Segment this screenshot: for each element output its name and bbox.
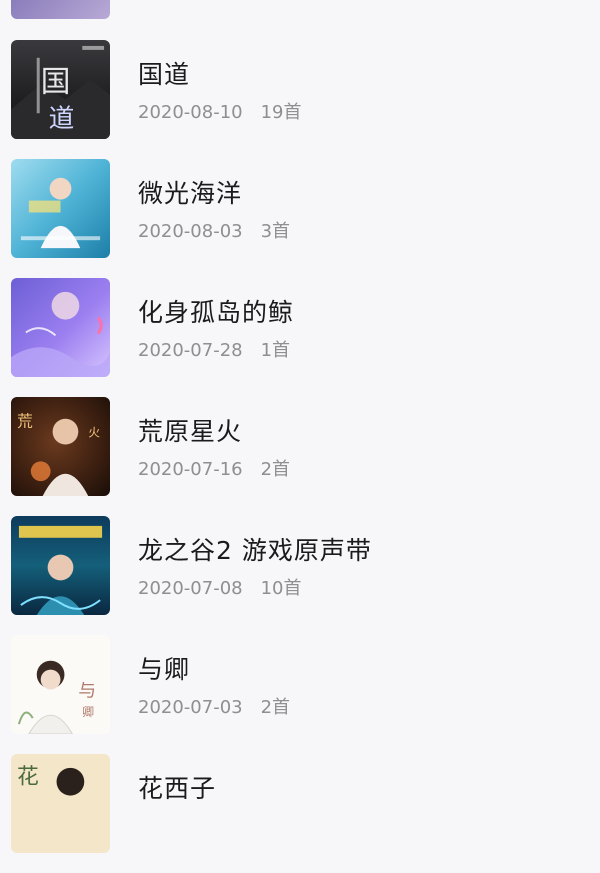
album-row[interactable]: 与 卿 与卿 2020-07-03 2首 bbox=[0, 635, 600, 754]
album-cover bbox=[11, 278, 110, 377]
album-row[interactable]: 微光海洋 2020-08-03 3首 bbox=[0, 159, 600, 278]
svg-text:国: 国 bbox=[41, 64, 71, 99]
album-meta bbox=[138, 812, 156, 833]
svg-text:花: 花 bbox=[17, 765, 39, 790]
album-date: 2020-07-16 bbox=[138, 459, 243, 480]
album-track-count: 19首 bbox=[260, 102, 302, 123]
album-title: 国道 bbox=[138, 60, 191, 89]
album-meta: 2020-07-08 10首 bbox=[138, 574, 302, 600]
album-date: 2020-08-10 bbox=[138, 102, 243, 123]
album-date: 2020-07-28 bbox=[138, 340, 243, 361]
svg-text:卿: 卿 bbox=[82, 705, 94, 719]
album-cover: 国 道 bbox=[11, 40, 110, 139]
album-date: 2020-08-03 bbox=[138, 221, 243, 242]
album-row[interactable]: 化身孤岛的鲸 2020-07-28 1首 bbox=[0, 278, 600, 397]
album-meta: 2020-07-03 2首 bbox=[138, 693, 290, 719]
album-cover bbox=[11, 0, 110, 19]
album-meta: 2020-08-10 19首 bbox=[138, 98, 302, 124]
album-track-count: 2首 bbox=[260, 697, 291, 718]
album-row[interactable]: 国 道 国道 2020-08-10 19首 bbox=[0, 40, 600, 159]
album-title: 与卿 bbox=[138, 655, 191, 684]
svg-text:火: 火 bbox=[88, 426, 100, 440]
album-title: 微光海洋 bbox=[138, 179, 243, 208]
svg-text:荒: 荒 bbox=[17, 412, 33, 431]
album-track-count: 1首 bbox=[260, 340, 291, 361]
album-cover bbox=[11, 516, 110, 615]
album-row[interactable] bbox=[0, 0, 600, 39]
album-title: 化身孤岛的鲸 bbox=[138, 298, 295, 327]
album-row[interactable]: 龙之谷2 游戏原声带 2020-07-08 10首 bbox=[0, 516, 600, 635]
album-meta: 2020-07-16 2首 bbox=[138, 455, 290, 481]
album-title: 花西子 bbox=[138, 774, 217, 803]
album-track-count: 10首 bbox=[260, 578, 302, 599]
album-title: 荒原星火 bbox=[138, 417, 243, 446]
album-row[interactable]: 花 花西子 bbox=[0, 754, 600, 873]
album-cover: 与 卿 bbox=[11, 635, 110, 734]
svg-text:道: 道 bbox=[49, 104, 75, 134]
album-title: 龙之谷2 游戏原声带 bbox=[138, 536, 372, 565]
album-cover: 花 bbox=[11, 754, 110, 853]
album-cover bbox=[11, 159, 110, 258]
album-row[interactable]: 荒 火 荒原星火 2020-07-16 2首 bbox=[0, 397, 600, 516]
album-meta: 2020-07-28 1首 bbox=[138, 336, 290, 362]
album-cover: 荒 火 bbox=[11, 397, 110, 496]
album-date: 2020-07-08 bbox=[138, 578, 243, 599]
svg-text:与: 与 bbox=[78, 680, 96, 701]
album-track-count: 3首 bbox=[260, 221, 291, 242]
album-track-count: 2首 bbox=[260, 459, 291, 480]
album-date: 2020-07-03 bbox=[138, 697, 243, 718]
album-meta: 2020-08-03 3首 bbox=[138, 217, 290, 243]
